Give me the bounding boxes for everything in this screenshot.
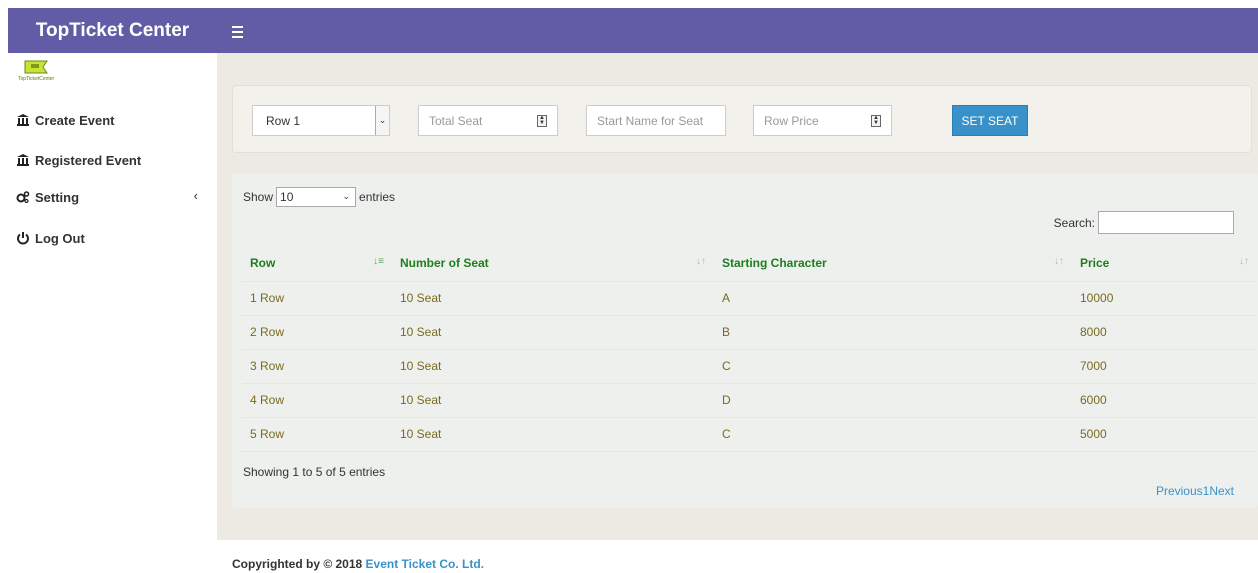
cell-price: 6000	[1072, 383, 1257, 418]
bank-icon	[16, 153, 30, 167]
cell-number-of-seat: 10 Seat	[392, 383, 714, 418]
row-price-placeholder: Row Price	[764, 113, 819, 128]
cell-starting-character: D	[714, 383, 1072, 418]
cell-number-of-seat: 10 Seat	[392, 349, 714, 384]
cell-starting-character: A	[714, 281, 1072, 316]
sort-asc-icon: ↓≡	[373, 256, 384, 267]
start-name-placeholder: Start Name for Seat	[597, 113, 704, 128]
spinner-icon[interactable]: ▲ ▼	[871, 115, 881, 127]
cell-starting-character: C	[714, 349, 1072, 384]
column-header-starting-character[interactable]: Starting Character ↓↑	[714, 245, 1072, 282]
sort-icon: ↓↑	[1054, 256, 1064, 267]
bank-icon	[16, 113, 30, 127]
seat-table: Row ↓≡ Number of Seat ↓↑ Starting Charac…	[242, 245, 1257, 452]
cell-row: 5 Row	[242, 417, 392, 452]
total-seat-input[interactable]: Total Seat ▲ ▼	[418, 105, 558, 136]
logo[interactable]: TopTicketCenter	[17, 59, 57, 83]
sidebar-item-log-out[interactable]: Log Out	[16, 228, 206, 248]
entries-select[interactable]: 10 ⌄	[276, 187, 357, 207]
search-input[interactable]	[1098, 211, 1234, 234]
column-header-label: Price	[1080, 255, 1110, 270]
entries-label: entries	[359, 190, 396, 204]
sidebar-item-label: Registered Event	[35, 152, 142, 168]
main-content: Row 1 ⌄ Total Seat ▲ ▼ Start Name for Sea…	[217, 53, 1258, 540]
table-row: 5 Row 10 Seat C 5000	[242, 417, 1257, 452]
cell-row: 3 Row	[242, 349, 392, 384]
cell-row: 2 Row	[242, 315, 392, 350]
table-search: Search:	[1054, 211, 1234, 234]
cell-price: 8000	[1072, 315, 1257, 350]
table-row: 4 Row 10 Seat D 6000	[242, 383, 1257, 418]
cell-price: 5000	[1072, 417, 1257, 452]
total-seat-placeholder: Total Seat	[429, 113, 483, 128]
row-select-value: Row 1	[266, 113, 301, 128]
entries-length: Show 10 ⌄ entries	[243, 187, 395, 207]
cell-starting-character: B	[714, 315, 1072, 350]
previous-page-link[interactable]: Previous	[1156, 484, 1203, 498]
sidebar: TopTicketCenter Create Event Registered …	[8, 53, 217, 573]
sidebar-item-create-event[interactable]: Create Event	[16, 110, 206, 130]
cogs-icon	[16, 190, 30, 204]
column-header-price[interactable]: Price ↓↑	[1072, 245, 1257, 282]
top-header: TopTicket Center	[8, 8, 1258, 53]
search-label: Search:	[1053, 215, 1095, 230]
row-price-input[interactable]: Row Price ▲ ▼	[753, 105, 892, 136]
chevron-down-icon[interactable]: ⌄	[375, 106, 389, 135]
power-icon	[16, 231, 30, 245]
spinner-icon[interactable]: ▲ ▼	[537, 115, 547, 127]
cell-starting-character: C	[714, 417, 1072, 452]
start-name-input[interactable]: Start Name for Seat	[586, 105, 726, 136]
seat-table-panel: Show 10 ⌄ entries Search: Row ↓≡ Number …	[232, 173, 1258, 508]
column-header-number-of-seat[interactable]: Number of Seat ↓↑	[392, 245, 714, 282]
sidebar-item-registered-event[interactable]: Registered Event	[16, 150, 206, 170]
menu-toggle-icon[interactable]	[232, 20, 246, 40]
copyright-text: Copyrighted by © 2018 Event Ticket Co. L…	[232, 557, 484, 571]
next-page-link[interactable]: Next	[1209, 484, 1234, 498]
table-row: 3 Row 10 Seat C 7000	[242, 349, 1257, 384]
logo-text: TopTicketCenter	[18, 76, 55, 82]
sort-icon: ↓↑	[1239, 256, 1249, 267]
sidebar-item-label: Create Event	[35, 112, 115, 128]
column-header-label: Starting Character	[722, 255, 827, 270]
cell-row: 1 Row	[242, 281, 392, 316]
company-link[interactable]: Event Ticket Co. Ltd.	[366, 557, 484, 571]
cell-number-of-seat: 10 Seat	[392, 417, 714, 452]
sidebar-item-label: Log Out	[35, 230, 85, 246]
table-row: 1 Row 10 Seat A 10000	[242, 281, 1257, 316]
table-header-row: Row ↓≡ Number of Seat ↓↑ Starting Charac…	[242, 245, 1257, 282]
sort-icon: ↓↑	[696, 256, 706, 267]
cell-number-of-seat: 10 Seat	[392, 315, 714, 350]
table-row: 2 Row 10 Seat B 8000	[242, 315, 1257, 350]
sidebar-item-label: Setting	[35, 189, 80, 205]
column-header-label: Number of Seat	[400, 255, 489, 270]
copyright-prefix: Copyrighted by © 2018	[232, 557, 366, 571]
pagination: Previous1Next	[1156, 484, 1234, 498]
set-seat-button[interactable]: SET SEAT	[952, 105, 1028, 136]
column-header-label: Row	[250, 255, 276, 270]
row-select[interactable]: Row 1 ⌄	[252, 105, 390, 136]
brand-title[interactable]: TopTicket Center	[8, 8, 217, 53]
footer: Copyrighted by © 2018 Event Ticket Co. L…	[217, 540, 1258, 573]
cell-row: 4 Row	[242, 383, 392, 418]
chevron-down-icon: ⌄	[342, 191, 351, 201]
table-info: Showing 1 to 5 of 5 entries	[243, 465, 386, 479]
chevron-left-icon[interactable]: ‹	[194, 188, 198, 203]
cell-price: 10000	[1072, 281, 1257, 316]
sidebar-item-setting[interactable]: Setting ‹	[16, 187, 206, 207]
entries-select-value: 10	[280, 190, 294, 204]
seat-form: Row 1 ⌄ Total Seat ▲ ▼ Start Name for Sea…	[232, 85, 1252, 153]
show-label: Show	[243, 190, 274, 204]
cell-price: 7000	[1072, 349, 1257, 384]
column-header-row[interactable]: Row ↓≡	[242, 245, 392, 282]
cell-number-of-seat: 10 Seat	[392, 281, 714, 316]
